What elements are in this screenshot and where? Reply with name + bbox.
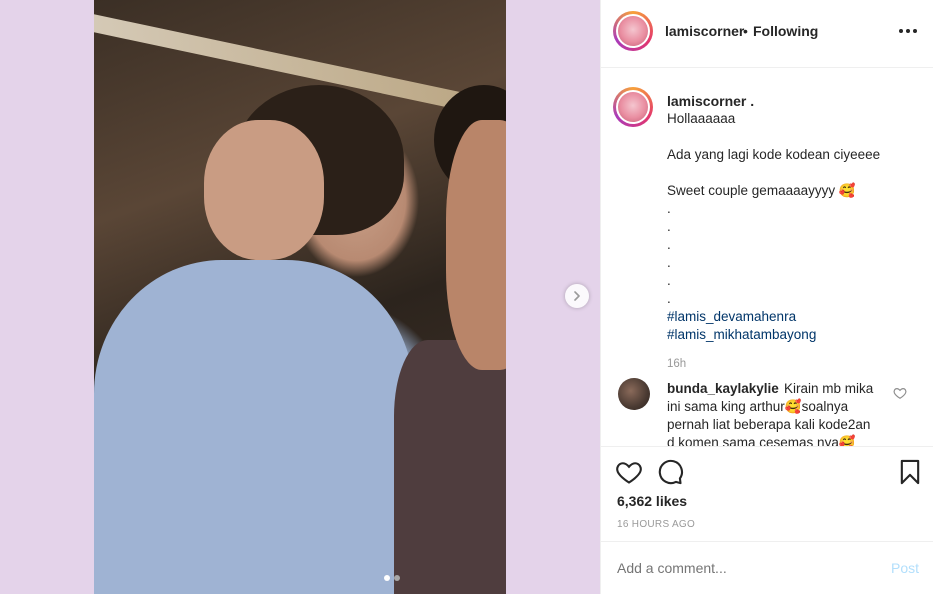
post-comment-button[interactable]: Post	[891, 560, 919, 576]
caption-line: Sweet couple gemaaaayyyy 🥰	[667, 183, 856, 198]
more-options-button[interactable]	[899, 22, 921, 40]
author-avatar[interactable]	[613, 11, 653, 51]
video-second-person-jacket	[394, 340, 506, 594]
more-options-icon	[899, 29, 903, 33]
caption-line: .	[667, 237, 671, 252]
post-media-area	[0, 0, 600, 594]
header-separator: •	[743, 23, 748, 39]
comment-text: ini sama king arthur🥰soalnya	[667, 399, 849, 414]
video-person-face	[204, 120, 324, 260]
next-slide-button[interactable]	[565, 284, 589, 308]
comment-text: d komen sama cesemas nya🥰	[667, 435, 856, 446]
comment-input[interactable]	[617, 558, 867, 578]
carousel-indicator	[384, 575, 400, 581]
caption-line: .	[667, 201, 671, 216]
commenter-avatar[interactable]	[618, 378, 650, 410]
carousel-dot-active	[384, 575, 390, 581]
comment-text: pernah liat beberapa kali kode2an	[667, 417, 871, 432]
hashtag-link[interactable]: #lamis_mikhatambayong	[667, 327, 816, 342]
caption-author[interactable]: lamiscorner .	[667, 93, 754, 109]
caption-line: .	[667, 255, 671, 270]
likes-count[interactable]: 6,362 likes	[617, 493, 687, 509]
caption-line: Hollaaaaaa	[667, 111, 736, 126]
commenter-username[interactable]: bunda_kaylakylie	[667, 381, 779, 396]
chevron-right-icon	[574, 291, 580, 301]
caption-timestamp[interactable]: 16h	[667, 358, 686, 370]
post-actions: 6,362 likes 16 HOURS AGO	[601, 446, 933, 542]
video-person-shirt	[94, 260, 414, 594]
hashtag-link[interactable]: #lamis_devamahenra	[667, 309, 796, 324]
brand-logo	[618, 92, 648, 122]
caption-line: .	[667, 273, 671, 288]
post-video[interactable]	[94, 0, 506, 594]
heart-small-icon[interactable]	[893, 386, 907, 400]
post-time-ago[interactable]: 16 HOURS AGO	[617, 519, 695, 530]
video-second-person-face	[446, 120, 506, 370]
caption-line: .	[667, 291, 671, 306]
add-comment-bar: Post	[601, 541, 933, 594]
caption-author-avatar[interactable]	[613, 87, 653, 127]
follow-status-button[interactable]: Following	[753, 23, 818, 39]
bookmark-icon[interactable]	[896, 458, 924, 486]
post-header: lamiscorner • Following	[601, 0, 933, 68]
comments-section[interactable]: lamiscorner . Hollaaaaaa Ada yang lagi k…	[601, 68, 933, 446]
post-details-panel: lamiscorner • Following lamiscorner . Ho…	[600, 0, 933, 594]
author-username[interactable]: lamiscorner	[665, 23, 744, 39]
caption-line: Ada yang lagi kode kodean ciyeeee	[667, 147, 881, 162]
caption-line: .	[667, 219, 671, 234]
comment-text: Kirain mb mika	[784, 381, 874, 396]
carousel-dot	[394, 575, 400, 581]
brand-logo	[618, 16, 648, 46]
heart-icon[interactable]	[615, 458, 643, 486]
comment-icon[interactable]	[656, 458, 684, 486]
